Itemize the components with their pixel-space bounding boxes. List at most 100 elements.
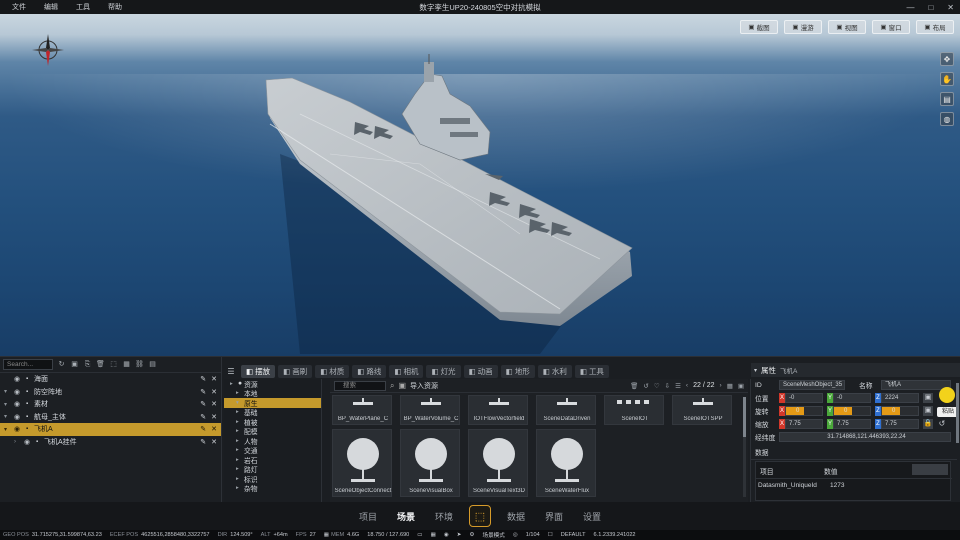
tree-item[interactable]: ▸ 人物	[224, 436, 321, 446]
asset-card[interactable]: BP_WaterPlane_C	[332, 395, 392, 425]
props-scrollbar[interactable]	[956, 383, 959, 443]
copy-icon[interactable]: ⎘	[83, 360, 92, 369]
asset-card[interactable]: SceneIOT	[604, 395, 664, 425]
scale-z-field[interactable]: 7.75	[881, 419, 919, 429]
tab-light[interactable]: ◧ 灯光	[426, 364, 461, 378]
tree-item[interactable]: ▸ 杂物	[224, 484, 321, 493]
copy-icon[interactable]: ▣	[923, 393, 933, 403]
tree-item[interactable]: ▸ 本地	[224, 389, 321, 398]
window-button[interactable]: ▣ 窗口	[872, 20, 910, 34]
tab-material[interactable]: ◧ 材质	[315, 364, 350, 378]
chevron-down-icon[interactable]: ▾	[754, 367, 757, 374]
asset-search-input[interactable]: 搜索	[334, 380, 386, 391]
refresh-icon[interactable]: ↻	[57, 360, 66, 369]
trash-icon[interactable]: 🗑	[630, 382, 638, 390]
tab-route[interactable]: ◧ 路线	[352, 364, 387, 378]
menu-icon[interactable]: ☰	[224, 367, 238, 376]
outliner-row-selected[interactable]: ▾ ◉ ▪ 飞机A ✎ ✕	[0, 423, 221, 436]
delete-icon[interactable]: ✕	[211, 438, 217, 446]
search-icon[interactable]: ⌕	[390, 381, 394, 391]
asset-card[interactable]: SceneIOTSPP	[672, 395, 732, 425]
scale-y-field[interactable]: 7.75	[833, 419, 871, 429]
tree-item[interactable]: ▸ ● 资源	[224, 379, 321, 389]
link-icon[interactable]: ⛓	[135, 360, 144, 369]
gear-icon[interactable]: ⚙	[469, 532, 474, 538]
eye-icon[interactable]: ◉	[14, 375, 26, 383]
outliner-row[interactable]: › ◉ ▪ 飞机A挂件 ✎ ✕	[0, 436, 221, 449]
tree-item[interactable]: ▸ 植被	[224, 417, 321, 427]
eye-icon[interactable]: ◉	[14, 388, 26, 396]
menu-help[interactable]: 帮助	[102, 2, 134, 12]
menu-edit[interactable]: 编辑	[38, 2, 70, 12]
tree-item[interactable]: ▸ 岩石	[224, 455, 321, 465]
outliner-row[interactable]: ▾ ◉ ▪ 防空阵地 ✎ ✕	[0, 386, 221, 399]
asset-card[interactable]: SceneObjectConnect	[332, 429, 392, 497]
lonlat-field[interactable]: 31.714868,121.446393,22.24	[779, 432, 951, 442]
tab-terrain[interactable]: ◧ 地形	[500, 364, 535, 378]
edit-icon[interactable]: ✎	[200, 425, 206, 433]
download-icon[interactable]: ⇩	[665, 382, 670, 390]
move-icon[interactable]: ✥	[940, 52, 954, 66]
position-z-field[interactable]: 2224	[881, 393, 919, 403]
chevron-down-icon[interactable]: ▾	[4, 426, 14, 433]
rotation-z-slider[interactable]: 0	[881, 406, 919, 416]
globe-icon[interactable]: ◍	[940, 112, 954, 126]
tree-item-selected[interactable]: ▾ 原生	[224, 398, 321, 408]
outliner-row[interactable]: ▾ ◉ ▪ 素材 ✎ ✕	[0, 398, 221, 411]
chevron-down-icon[interactable]: ▾	[4, 413, 14, 420]
maximize-icon[interactable]: □	[928, 3, 933, 12]
id-field[interactable]: SceneMeshObject_35	[779, 380, 845, 390]
delete-icon[interactable]: ✕	[211, 400, 217, 408]
tree-item[interactable]: ▸ 标识	[224, 474, 321, 484]
history-icon[interactable]: ↺	[643, 382, 648, 390]
grid-large-icon[interactable]: ▣	[738, 382, 744, 390]
outliner-row[interactable]: ◉ ▪ 海面 ✎ ✕	[0, 373, 221, 386]
eye-icon[interactable]: ◉	[14, 425, 26, 433]
chevron-down-icon[interactable]: ▾	[4, 388, 14, 395]
asset-card[interactable]: SceneDataDriven	[536, 395, 596, 425]
tab-brush[interactable]: ◧ 画刷	[278, 364, 313, 378]
list-icon[interactable]: ☰	[675, 382, 681, 390]
lock-icon[interactable]: 🔒	[923, 419, 933, 429]
nav-project[interactable]: 项目	[349, 510, 387, 523]
rotation-x-slider[interactable]: 0	[785, 406, 823, 416]
trash-icon[interactable]: 🗑	[96, 360, 105, 369]
asset-card[interactable]: SceneWaterFlux	[536, 429, 596, 497]
compass-rose[interactable]	[30, 32, 66, 68]
delete-icon[interactable]: ✕	[211, 388, 217, 396]
import-button[interactable]: 导入资源	[410, 381, 438, 391]
nav-settings[interactable]: 设置	[573, 510, 611, 523]
position-x-field[interactable]: -0	[785, 393, 823, 403]
outliner-row[interactable]: ▾ ◉ ▪ 航母_主体 ✎ ✕	[0, 411, 221, 424]
delete-icon[interactable]: ✕	[211, 375, 217, 383]
layout-button[interactable]: ▣ 布局	[916, 20, 954, 34]
app-logo-icon[interactable]: ⬚	[469, 505, 491, 527]
mode-label[interactable]: 场景模式	[482, 531, 504, 539]
edit-icon[interactable]: ✎	[200, 400, 206, 408]
frame-icon[interactable]: ⬚	[109, 360, 118, 369]
nav-environment[interactable]: 环境	[425, 510, 463, 523]
position-y-field[interactable]: -0	[833, 393, 871, 403]
edit-icon[interactable]: ✎	[200, 388, 206, 396]
hand-icon[interactable]: ✋	[940, 72, 954, 86]
grid-icon[interactable]: ▦	[727, 382, 733, 390]
layers-icon[interactable]: ▤	[148, 360, 157, 369]
checkbox-icon[interactable]: ☐	[548, 532, 553, 538]
roam-button[interactable]: ▣ 漫游	[784, 20, 822, 34]
tree-item[interactable]: ▸ 基础	[224, 408, 321, 417]
asset-card[interactable]: BP_WaterVolume_C	[400, 395, 460, 425]
asset-scrollbar[interactable]	[743, 397, 746, 497]
eye-icon[interactable]: ◉	[24, 438, 36, 446]
tree-item[interactable]: ▸ 配模	[224, 427, 321, 436]
reset-icon[interactable]: ↺	[937, 419, 947, 429]
properties-tab[interactable]: 属性	[761, 365, 776, 376]
scrollbar-thumb[interactable]	[743, 397, 746, 437]
grid-icon[interactable]: ▦	[122, 360, 131, 369]
add-row-button[interactable]	[912, 464, 948, 475]
heart-icon[interactable]: ♡	[654, 382, 660, 390]
layers-icon[interactable]: ▤	[940, 92, 954, 106]
nav-data[interactable]: 数据	[497, 510, 535, 523]
screenshot-button[interactable]: ▣ 截图	[740, 20, 778, 34]
tab-tools[interactable]: ◧ 工具	[574, 364, 609, 378]
chevron-right-icon[interactable]: ›	[14, 439, 24, 445]
